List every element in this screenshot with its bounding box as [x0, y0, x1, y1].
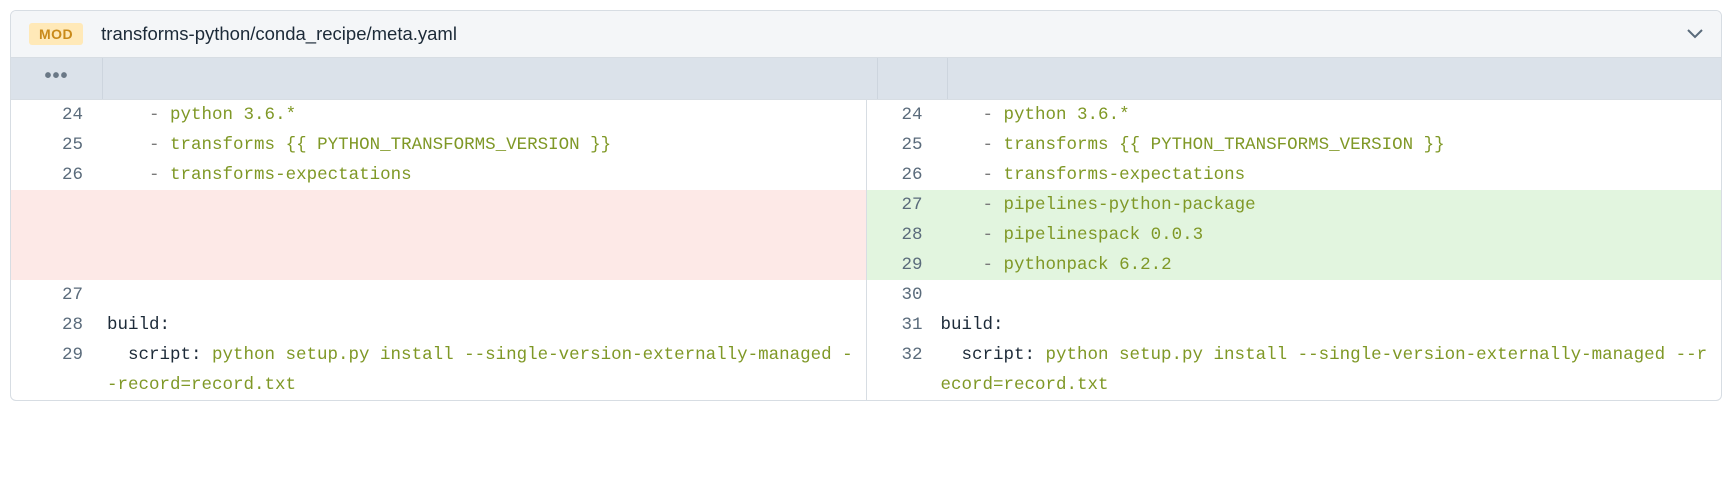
line-number: 24 [11, 100, 103, 130]
line-code: - pipelines-python-package [937, 190, 1722, 220]
line-code: - python 3.6.* [937, 100, 1722, 130]
diff-file-container: MOD transforms-python/conda_recipe/meta.… [10, 10, 1722, 401]
line-code: - pythonpack 6.2.2 [937, 250, 1722, 280]
line-code: script: python setup.py install --single… [103, 340, 866, 400]
diff-line-removed [11, 220, 866, 250]
line-number [11, 250, 103, 280]
line-number [11, 190, 103, 220]
line-number: 26 [867, 160, 937, 190]
line-number [11, 220, 103, 250]
diff-left-side: 24 - python 3.6.* 25 - transforms {{ PYT… [11, 100, 867, 400]
line-code [103, 250, 866, 280]
line-code: build: [937, 310, 1722, 340]
line-code [103, 280, 866, 310]
line-code: - transforms {{ PYTHON_TRANSFORMS_VERSIO… [937, 130, 1722, 160]
line-number: 29 [867, 250, 937, 280]
line-code: build: [103, 310, 866, 340]
line-number: 29 [11, 340, 103, 400]
line-number: 26 [11, 160, 103, 190]
line-number: 27 [867, 190, 937, 220]
hunk-gutter-right [878, 58, 948, 99]
change-type-badge: MOD [29, 23, 83, 45]
diff-line: 30 [867, 280, 1722, 310]
line-code [103, 220, 866, 250]
expand-hunk-gutter[interactable]: ••• [11, 58, 103, 99]
hunk-spacer-right [948, 58, 1722, 99]
line-number: 25 [867, 130, 937, 160]
diff-line: 28 build: [11, 310, 866, 340]
diff-line-removed [11, 250, 866, 280]
chevron-down-icon [1687, 29, 1703, 39]
diff-line-removed [11, 190, 866, 220]
diff-line: 24 - python 3.6.* [867, 100, 1722, 130]
line-number: 25 [11, 130, 103, 160]
line-code: - transforms {{ PYTHON_TRANSFORMS_VERSIO… [103, 130, 866, 160]
diff-line: 26 - transforms-expectations [867, 160, 1722, 190]
line-number: 30 [867, 280, 937, 310]
collapse-toggle[interactable] [1687, 29, 1703, 39]
line-number: 31 [867, 310, 937, 340]
diff-line: 26 - transforms-expectations [11, 160, 866, 190]
file-header: MOD transforms-python/conda_recipe/meta.… [11, 11, 1721, 58]
line-code [103, 190, 866, 220]
diff-line-added: 27 - pipelines-python-package [867, 190, 1722, 220]
diff-line: 29 script: python setup.py install --sin… [11, 340, 866, 400]
line-number: 28 [11, 310, 103, 340]
line-code: script: python setup.py install --single… [937, 340, 1722, 400]
diff-line: 31 build: [867, 310, 1722, 340]
diff-line: 32 script: python setup.py install --sin… [867, 340, 1722, 400]
diff-line-added: 29 - pythonpack 6.2.2 [867, 250, 1722, 280]
diff-right-side: 24 - python 3.6.* 25 - transforms {{ PYT… [867, 100, 1722, 400]
line-code [937, 280, 1722, 310]
hunk-spacer-left [103, 58, 878, 99]
line-number: 32 [867, 340, 937, 400]
line-code: - python 3.6.* [103, 100, 866, 130]
file-path: transforms-python/conda_recipe/meta.yaml [101, 23, 1669, 45]
line-number: 27 [11, 280, 103, 310]
line-number: 28 [867, 220, 937, 250]
line-code: - transforms-expectations [937, 160, 1722, 190]
diff-line-added: 28 - pipelinespack 0.0.3 [867, 220, 1722, 250]
diff-line: 25 - transforms {{ PYTHON_TRANSFORMS_VER… [867, 130, 1722, 160]
line-code: - transforms-expectations [103, 160, 866, 190]
diff-line: 27 [11, 280, 866, 310]
line-number: 24 [867, 100, 937, 130]
diff-line: 25 - transforms {{ PYTHON_TRANSFORMS_VER… [11, 130, 866, 160]
line-code: - pipelinespack 0.0.3 [937, 220, 1722, 250]
diff-body: 24 - python 3.6.* 25 - transforms {{ PYT… [11, 100, 1721, 400]
hunk-header: ••• [11, 58, 1721, 100]
diff-line: 24 - python 3.6.* [11, 100, 866, 130]
